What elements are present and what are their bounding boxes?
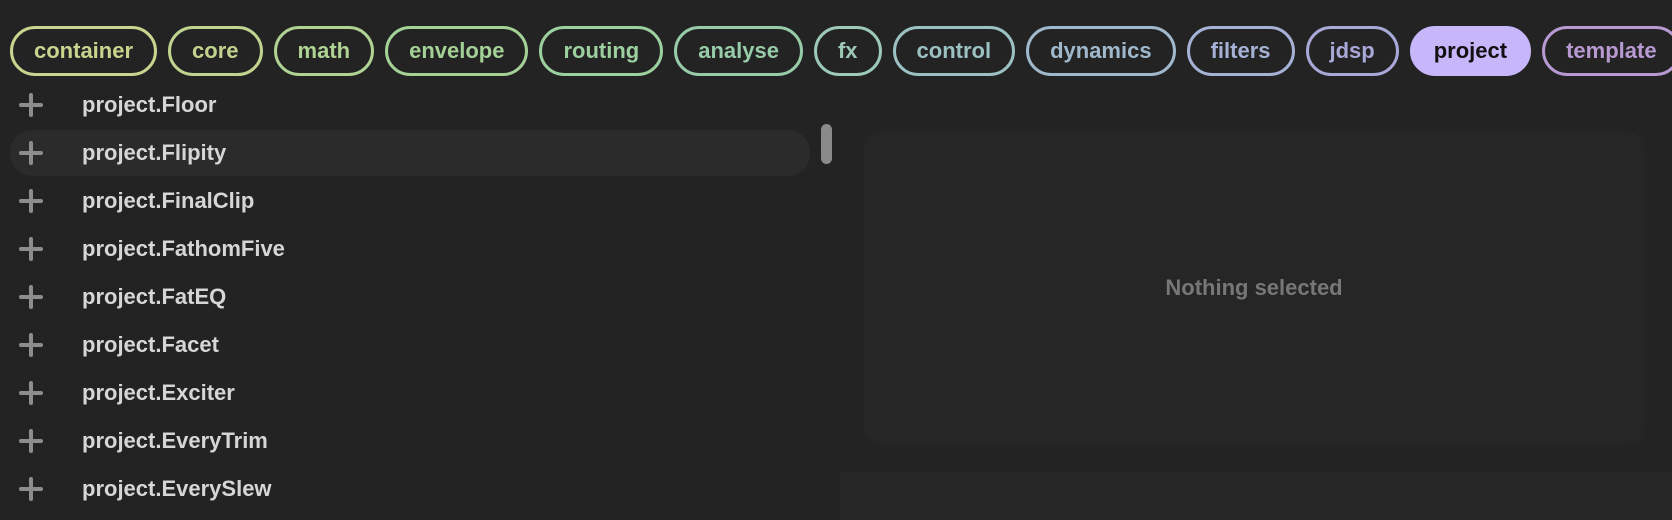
list-item[interactable]: project.Floor bbox=[10, 88, 810, 128]
tag-control[interactable]: control bbox=[892, 26, 1016, 76]
tag-project[interactable]: project bbox=[1409, 26, 1532, 76]
plus-icon[interactable] bbox=[19, 189, 43, 213]
tag-core[interactable]: core bbox=[168, 26, 263, 76]
plus-icon[interactable] bbox=[19, 285, 43, 309]
plus-icon[interactable] bbox=[19, 333, 43, 357]
module-name: project.Facet bbox=[82, 332, 219, 357]
tag-envelope[interactable]: envelope bbox=[385, 26, 529, 76]
tag-routing[interactable]: routing bbox=[539, 26, 664, 76]
empty-state-text: Nothing selected bbox=[1165, 275, 1343, 300]
list-item[interactable]: project.Flipity bbox=[10, 130, 810, 176]
plus-icon[interactable] bbox=[19, 477, 43, 501]
tag-filter-bar: container core math envelope routing analyse f… bbox=[10, 26, 1672, 76]
tag-fx[interactable]: fx bbox=[813, 26, 882, 76]
list-item[interactable]: project.FathomFive bbox=[10, 226, 810, 272]
list-item[interactable]: project.EverySlew bbox=[10, 466, 810, 512]
module-browser: container core math envelope routing analyse f… bbox=[0, 0, 1672, 520]
tag-container[interactable]: container bbox=[10, 26, 158, 76]
list-item[interactable]: project.FinalClip bbox=[10, 178, 810, 224]
list-item[interactable]: project.EveryTrim bbox=[10, 418, 810, 464]
module-name: project.EverySlew bbox=[82, 476, 272, 501]
plus-icon[interactable] bbox=[19, 429, 43, 453]
tag-template[interactable]: template bbox=[1542, 26, 1672, 76]
tag-filters[interactable]: filters bbox=[1186, 26, 1295, 76]
tag-jdsp[interactable]: jdsp bbox=[1305, 26, 1399, 76]
module-name: project.FathomFive bbox=[82, 236, 285, 261]
list-item[interactable]: project.FatEQ bbox=[10, 274, 810, 320]
module-list: project.Floor project.Flipity project.Fina… bbox=[10, 88, 810, 520]
module-name: project.FinalClip bbox=[82, 188, 255, 213]
module-name: project.Floor bbox=[82, 92, 217, 117]
tag-math[interactable]: math bbox=[273, 26, 375, 76]
list-item[interactable]: project.Facet bbox=[10, 322, 810, 368]
module-name: project.EveryTrim bbox=[82, 428, 268, 453]
plus-icon[interactable] bbox=[19, 381, 43, 405]
plus-icon[interactable] bbox=[19, 93, 43, 117]
scrollbar-thumb[interactable] bbox=[821, 124, 832, 164]
tag-analyse[interactable]: analyse bbox=[674, 26, 803, 76]
module-name: project.Flipity bbox=[82, 140, 227, 165]
list-item[interactable]: project.Exciter bbox=[10, 370, 810, 416]
plus-icon[interactable] bbox=[19, 237, 43, 261]
detail-panel: Nothing selected bbox=[864, 132, 1644, 444]
plus-icon[interactable] bbox=[19, 141, 43, 165]
module-name: project.FatEQ bbox=[82, 284, 227, 309]
module-name: project.Exciter bbox=[82, 380, 235, 405]
detail-footer bbox=[840, 472, 1672, 520]
tag-dynamics[interactable]: dynamics bbox=[1026, 26, 1176, 76]
